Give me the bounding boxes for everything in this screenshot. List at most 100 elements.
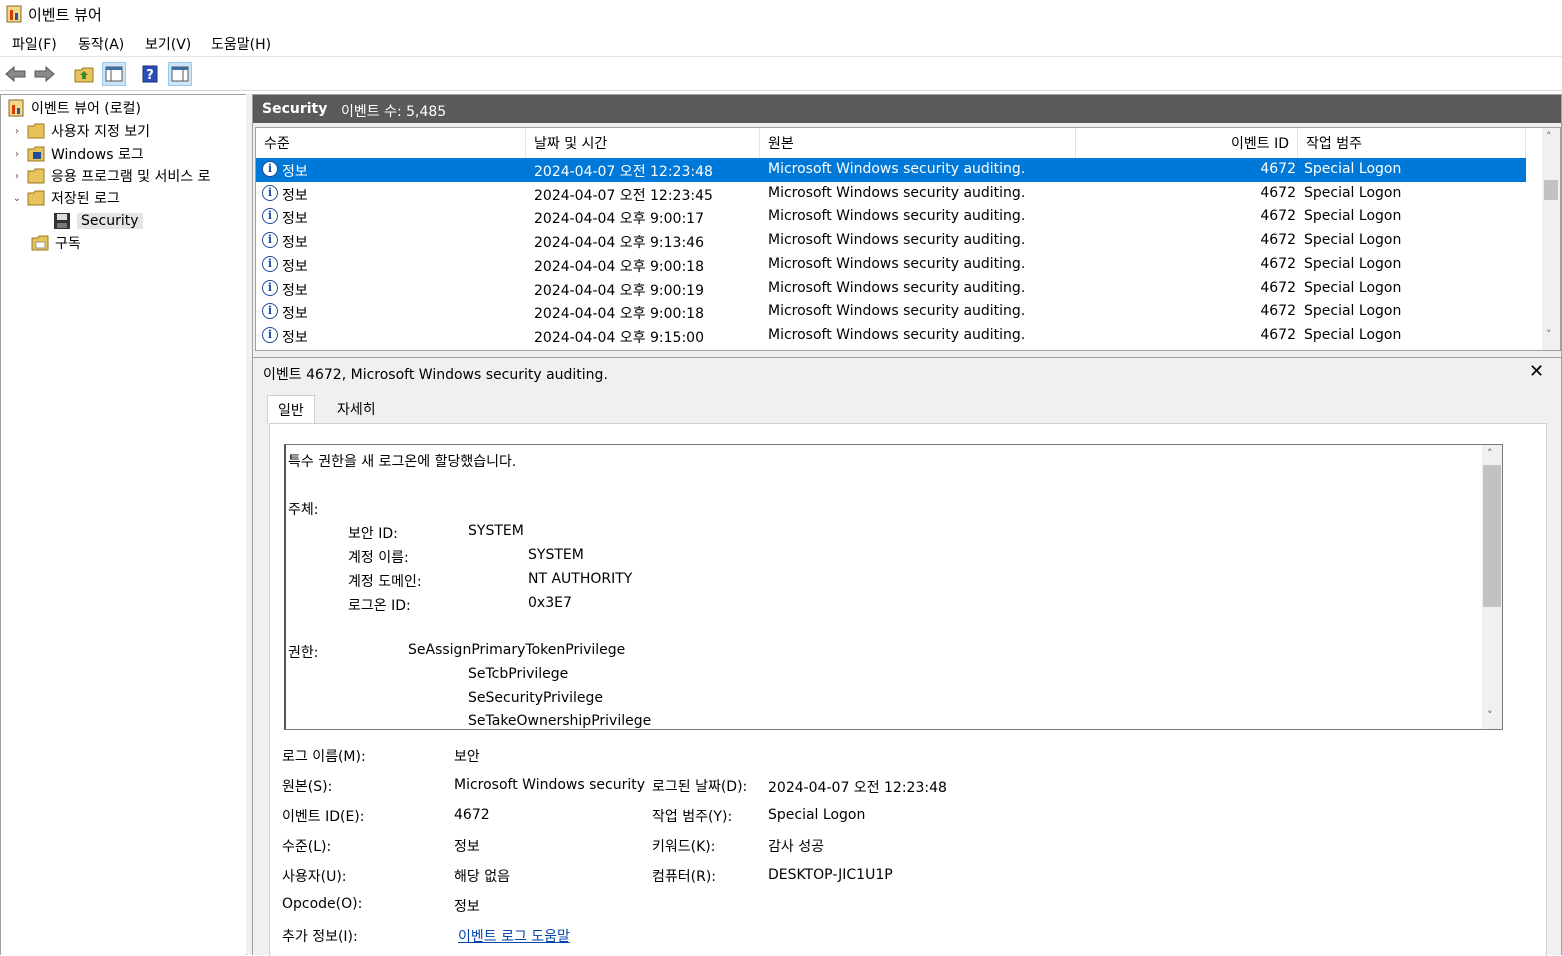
event-log-help-link[interactable]: 이벤트 로그 도움말 (458, 926, 570, 946)
close-icon[interactable]: ✕ (1529, 361, 1544, 382)
menu-action[interactable]: 동작(A) (78, 34, 124, 54)
expand-chevron-icon[interactable]: › (11, 149, 23, 160)
table-row[interactable]: i 정보 2024-04-04 오후 9:00:18 Microsoft Window… (256, 300, 1526, 324)
scroll-down-icon[interactable]: ˅ (1487, 709, 1493, 722)
title-bar: 이벤트 뷰어 (0, 0, 1562, 28)
cell-source: Microsoft Windows security auditing. (768, 184, 1026, 201)
forward-button[interactable] (32, 62, 56, 86)
column-header-source[interactable]: 원본 (760, 128, 1076, 158)
description-label: 계정 이름: (348, 550, 409, 566)
cell-source: Microsoft Windows security auditing. (768, 232, 1026, 249)
menu-view[interactable]: 보기(V) (145, 34, 191, 54)
tree-root[interactable]: 이벤트 뷰어 (로컬) (7, 97, 141, 119)
tab-general[interactable]: 일반 (267, 395, 315, 424)
scroll-up-icon[interactable]: ˄ (1546, 130, 1552, 143)
expand-chevron-icon[interactable]: › (11, 126, 23, 137)
cell-id: 4672 (1260, 184, 1296, 201)
show-hide-action-pane-button[interactable] (168, 62, 192, 86)
description-text: 특수 권한을 새 로그온에 할당했습니다. (288, 454, 517, 470)
field-level: 정보 (454, 839, 480, 855)
table-row[interactable]: i 정보 2024-04-04 오후 9:15:00 Microsoft Window… (256, 324, 1526, 348)
log-name: Security (262, 101, 328, 117)
privilege-item: SeAssignPrimaryTokenPrivilege (408, 642, 626, 658)
cell-datetime: 2024-04-04 오후 9:13:46 (534, 235, 704, 252)
expand-chevron-icon[interactable]: › (11, 171, 23, 182)
scroll-down-icon[interactable]: ˅ (1546, 328, 1552, 341)
svg-text:?: ? (146, 68, 154, 83)
tree-item-subscriptions[interactable]: 구독 (31, 232, 81, 254)
tree-item-windows-logs[interactable]: › Windows 로그 (11, 143, 144, 165)
information-icon: i (262, 326, 278, 343)
folder-windows-icon (27, 146, 45, 162)
column-header-level[interactable]: 수준 (256, 128, 526, 158)
toolbar: ? (0, 58, 1562, 91)
subscriptions-icon (31, 235, 49, 251)
column-header-label: 수준 (264, 136, 290, 152)
detail-title: 이벤트 4672, Microsoft Windows security aud… (263, 367, 608, 383)
tab-details[interactable]: 자세히 (327, 395, 386, 423)
tree-item-saved-logs[interactable]: ⌄ 저장된 로그 (11, 187, 120, 209)
table-row[interactable]: i 정보 2024-04-07 오전 12:23:48 Microsoft Windo… (256, 158, 1526, 182)
cell-id: 4672 (1260, 303, 1296, 320)
table-row[interactable]: i 정보 2024-04-07 오전 12:23:45 Microsoft Windo… (256, 182, 1526, 206)
help-button[interactable]: ? (138, 62, 162, 86)
field-label: 수준(L): (282, 839, 332, 855)
cell-id: 4672 (1260, 326, 1296, 343)
field-label: 로그된 날짜(D): (652, 779, 748, 795)
privilege-item: SeTcbPrivilege (468, 666, 569, 682)
field-source: Microsoft Windows security (454, 777, 646, 793)
collapse-chevron-icon[interactable]: ⌄ (11, 193, 23, 204)
back-icon (5, 66, 26, 82)
tree-item-custom-views[interactable]: › 사용자 지정 보기 (11, 120, 150, 142)
cell-source: Microsoft Windows security auditing. (768, 326, 1026, 343)
cell-datetime: 2024-04-04 오후 9:00:18 (534, 258, 704, 275)
scrollbar-thumb[interactable] (1544, 180, 1558, 200)
tab-label: 일반 (278, 403, 304, 419)
information-icon: i (262, 161, 278, 177)
tree-item-security[interactable]: Security (53, 210, 143, 232)
column-header-category[interactable]: 작업 범주 (1298, 128, 1526, 158)
cell-source: Microsoft Windows security auditing. (768, 161, 1026, 177)
event-list-scrollbar[interactable]: ˄ ˅ (1542, 128, 1560, 350)
cell-category: Special Logon (1304, 184, 1402, 201)
menu-file[interactable]: 파일(F) (12, 34, 57, 54)
cell-level: 정보 (282, 306, 308, 323)
cell-category: Special Logon (1304, 326, 1402, 343)
column-header-datetime[interactable]: 날짜 및 시간 (526, 128, 760, 158)
tree-item-label: 사용자 지정 보기 (51, 124, 151, 140)
log-header-bar: Security 이벤트 수: 5,485 (253, 95, 1561, 123)
tree-item-app-services[interactable]: › 응용 프로그램 및 서비스 로 (11, 165, 210, 187)
field-task: Special Logon (768, 807, 866, 823)
field-log-name: 보안 (454, 749, 480, 765)
field-label: 추가 정보(I): (282, 929, 358, 945)
table-row[interactable]: i 정보 2024-04-04 오후 9:13:46 Microsoft Window… (256, 229, 1526, 253)
menu-bar: 파일(F) 동작(A) 보기(V) 도움말(H) (0, 30, 1562, 57)
privilege-item: SeSecurityPrivilege (468, 690, 604, 706)
event-description[interactable]: 특수 권한을 새 로그온에 할당했습니다. 주체: 보안 ID: SYSTEM … (284, 444, 1503, 730)
description-label: 계정 도메인: (348, 574, 422, 590)
up-one-level-button[interactable] (72, 62, 96, 86)
back-button[interactable] (4, 62, 28, 86)
menu-help[interactable]: 도움말(H) (211, 34, 271, 54)
folder-icon (27, 168, 45, 184)
cell-id: 4672 (1260, 279, 1296, 296)
description-value: NT AUTHORITY (528, 571, 633, 587)
table-row[interactable]: i 정보 2024-04-04 오후 9:00:19 Microsoft Window… (256, 277, 1526, 301)
cell-id: 4672 (1260, 255, 1296, 272)
event-viewer-icon (8, 99, 24, 117)
description-label: 로그온 ID: (348, 598, 411, 614)
cell-category: Special Logon (1304, 279, 1402, 296)
tree-item-label: Security (77, 213, 143, 229)
saved-log-disk-icon (54, 213, 70, 229)
description-scrollbar[interactable]: ˄ ˅ (1482, 445, 1502, 729)
description-value: 0x3E7 (528, 595, 572, 611)
scrollbar-thumb[interactable] (1483, 465, 1501, 607)
action-pane-icon (171, 66, 189, 82)
cell-category: Special Logon (1304, 303, 1402, 320)
column-header-event-id[interactable]: ˄ 이벤트 ID (1076, 128, 1298, 158)
description-label: 보안 ID: (348, 526, 398, 542)
table-row[interactable]: i 정보 2024-04-04 오후 9:00:17 Microsoft Window… (256, 205, 1526, 229)
table-row[interactable]: i 정보 2024-04-04 오후 9:00:18 Microsoft Window… (256, 253, 1526, 277)
show-hide-console-tree-button[interactable] (102, 62, 126, 86)
scroll-up-icon[interactable]: ˄ (1487, 447, 1493, 460)
